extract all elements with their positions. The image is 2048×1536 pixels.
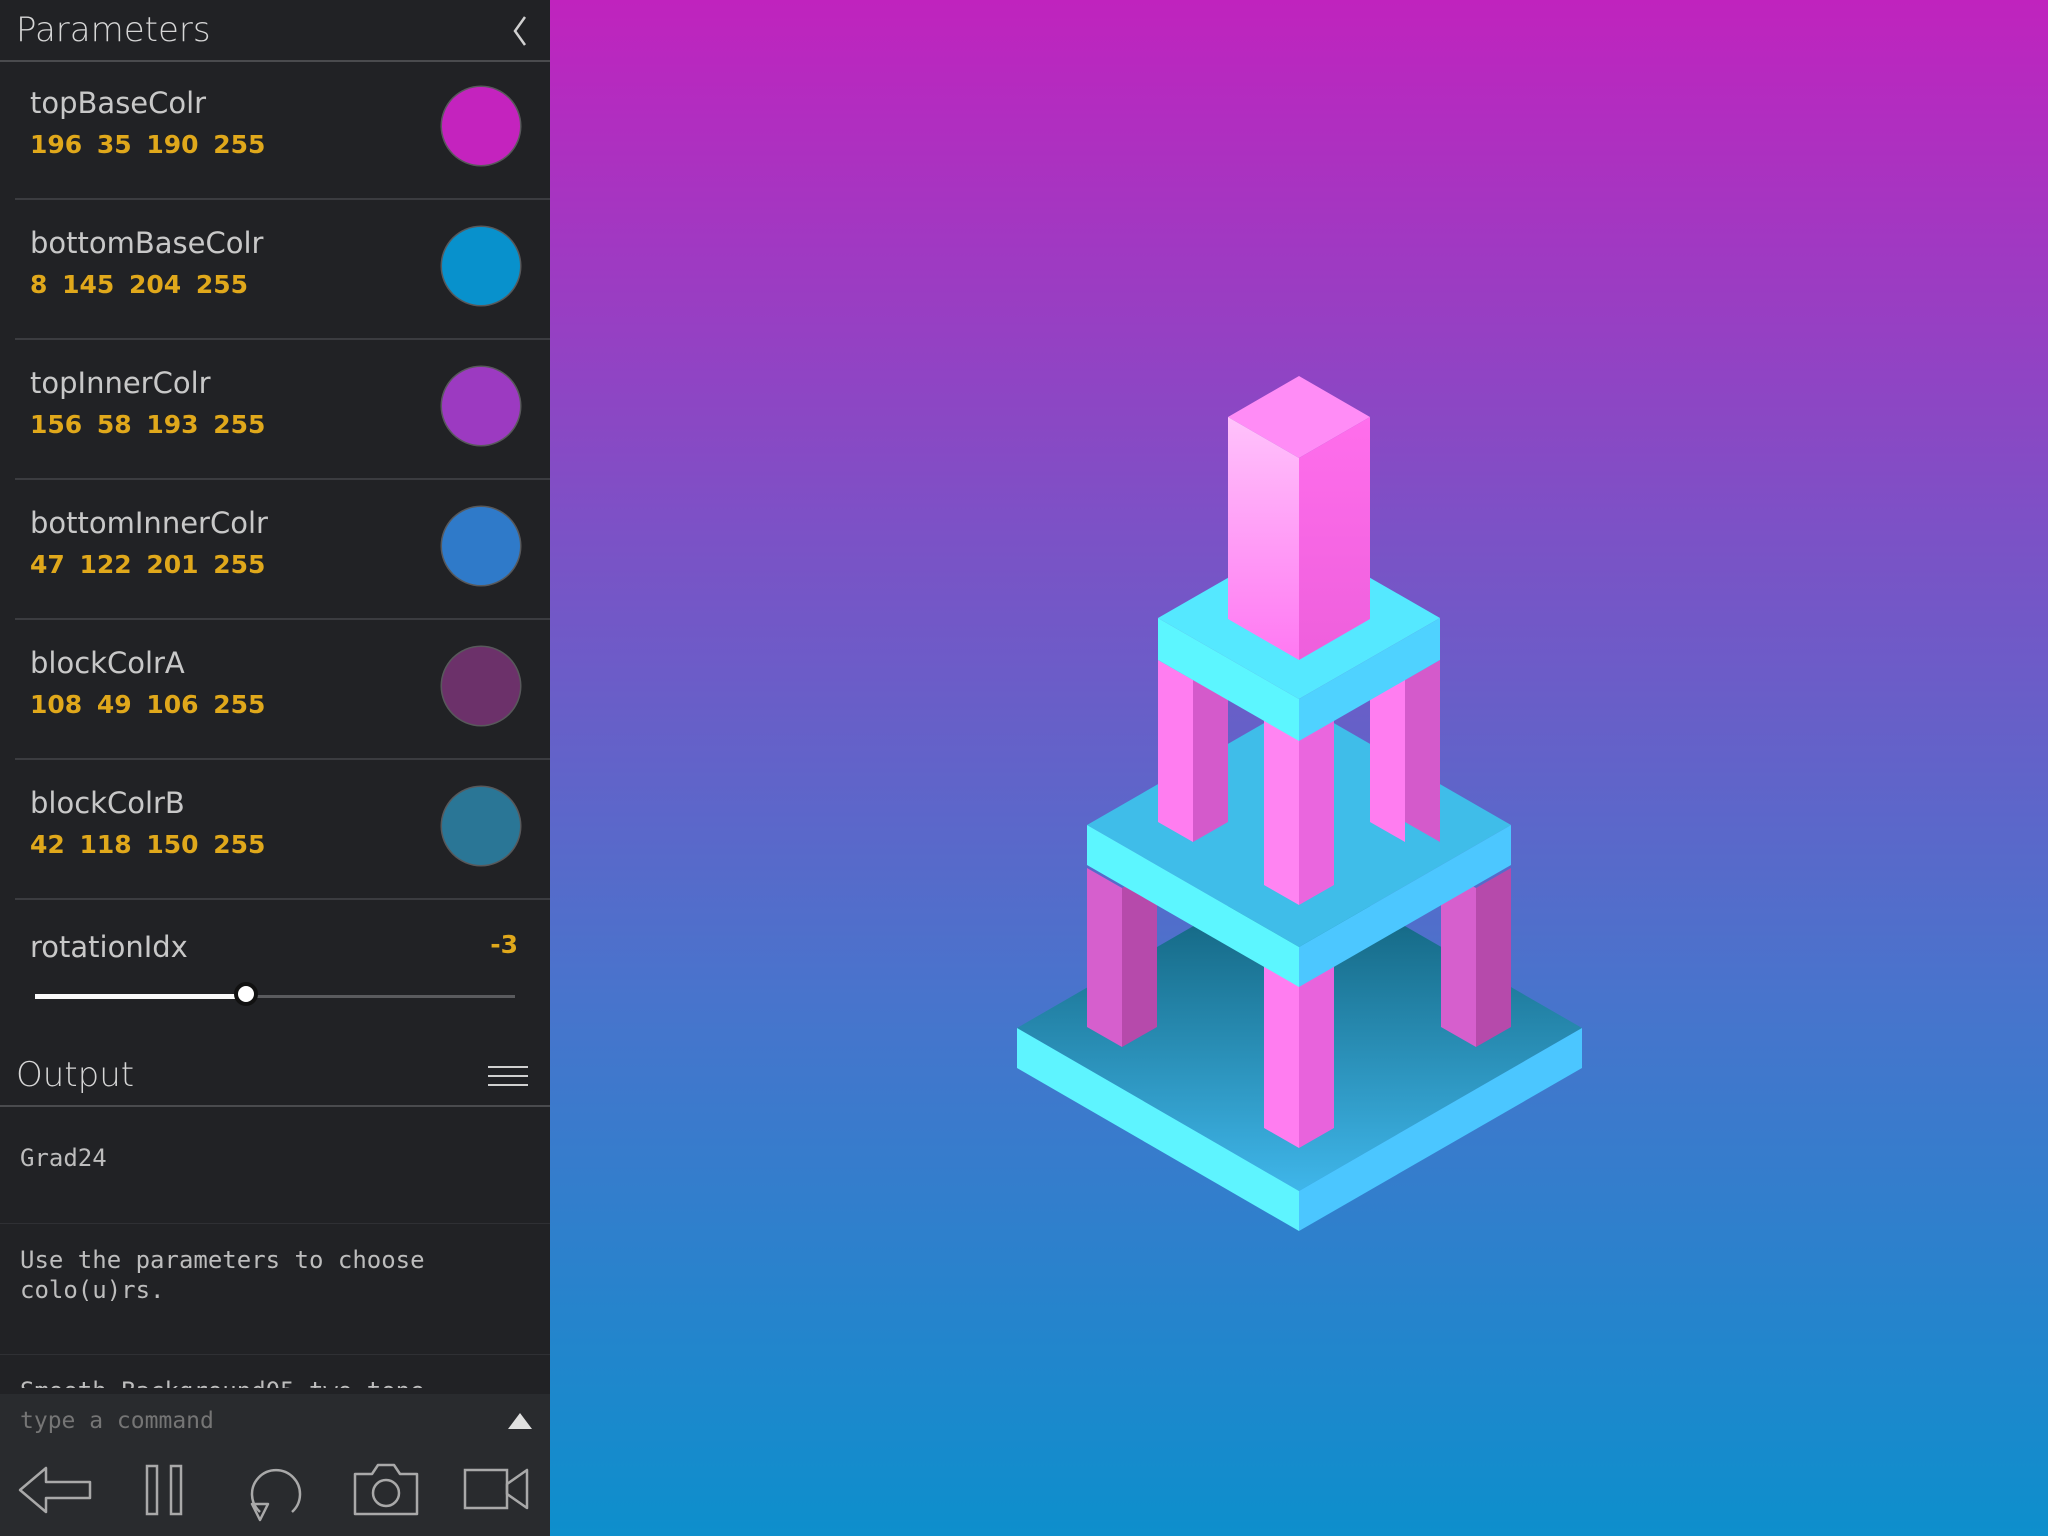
param-name: blockColrA — [30, 646, 185, 680]
param-row-bottomInnerColr: bottomInnerColr 47 122 201 255 — [15, 480, 550, 620]
leg-left-lower — [1087, 868, 1122, 1047]
leg-right-lower-side — [1476, 868, 1511, 1047]
command-input[interactable] — [18, 1402, 482, 1440]
restart-icon[interactable] — [240, 1460, 310, 1524]
color-swatch[interactable] — [442, 787, 520, 865]
rotation-label: rotationIdx — [30, 930, 188, 964]
parameters-title: Parameters — [16, 10, 211, 50]
output-header: Output — [0, 1045, 550, 1107]
param-value: 8 145 204 255 — [30, 270, 249, 299]
leg-right-upper-side — [1405, 660, 1440, 842]
param-row-bottomBaseColr: bottomBaseColr 8 145 204 255 — [15, 200, 550, 340]
collapse-chevron-icon[interactable] — [510, 14, 530, 48]
command-bar — [0, 1394, 550, 1448]
pause-icon[interactable] — [140, 1460, 188, 1520]
expand-up-icon[interactable] — [507, 1412, 533, 1430]
param-row-blockColrA: blockColrA 108 49 106 255 — [15, 620, 550, 760]
color-swatch[interactable] — [442, 367, 520, 445]
output-line: Grad24 — [20, 1144, 107, 1172]
param-name: blockColrB — [30, 786, 185, 820]
scene-canvas[interactable] — [550, 0, 2048, 1536]
output-line: Use the parameters to choose colo(u)rs. — [20, 1246, 425, 1304]
color-swatch[interactable] — [442, 647, 520, 725]
param-name: topInnerColr — [30, 366, 211, 400]
leg-left-upper — [1158, 660, 1193, 842]
param-value: 42 118 150 255 — [30, 830, 266, 859]
param-row-topInnerColr: topInnerColr 156 58 193 255 — [15, 340, 550, 480]
color-swatch[interactable] — [442, 227, 520, 305]
output-divider — [0, 1223, 550, 1224]
param-name: topBaseColr — [30, 86, 207, 120]
param-value: 196 35 190 255 — [30, 130, 266, 159]
color-swatch[interactable] — [442, 507, 520, 585]
side-panel: Parameters topBaseColr 196 35 190 255 bo… — [0, 0, 550, 1536]
param-row-blockColrB: blockColrB 42 118 150 255 — [15, 760, 550, 900]
param-name: bottomBaseColr — [30, 226, 264, 260]
output-divider — [0, 1354, 550, 1355]
param-row-topBaseColr: topBaseColr 196 35 190 255 — [15, 60, 550, 200]
video-icon[interactable] — [462, 1460, 530, 1518]
leg-center-upper-side — [1299, 715, 1334, 905]
leg-center-upper — [1264, 715, 1299, 905]
back-arrow-icon[interactable] — [16, 1460, 94, 1520]
param-value: 47 122 201 255 — [30, 550, 266, 579]
parameters-header: Parameters — [0, 0, 550, 62]
color-swatch[interactable] — [442, 87, 520, 165]
toolbar — [0, 1448, 550, 1536]
param-name: bottomInnerColr — [30, 506, 268, 540]
menu-icon[interactable] — [488, 1065, 528, 1089]
output-title: Output — [16, 1055, 135, 1095]
slider-knob[interactable] — [234, 982, 259, 1006]
tower-left — [1228, 417, 1299, 660]
slider-fill — [35, 994, 247, 999]
isometric-tower — [1017, 376, 1582, 1231]
rotation-value: -3 — [490, 930, 518, 959]
tower-right — [1299, 417, 1370, 660]
rotation-slider[interactable] — [35, 982, 515, 1006]
param-value: 156 58 193 255 — [30, 410, 266, 439]
camera-icon[interactable] — [352, 1460, 420, 1518]
param-value: 108 49 106 255 — [30, 690, 266, 719]
